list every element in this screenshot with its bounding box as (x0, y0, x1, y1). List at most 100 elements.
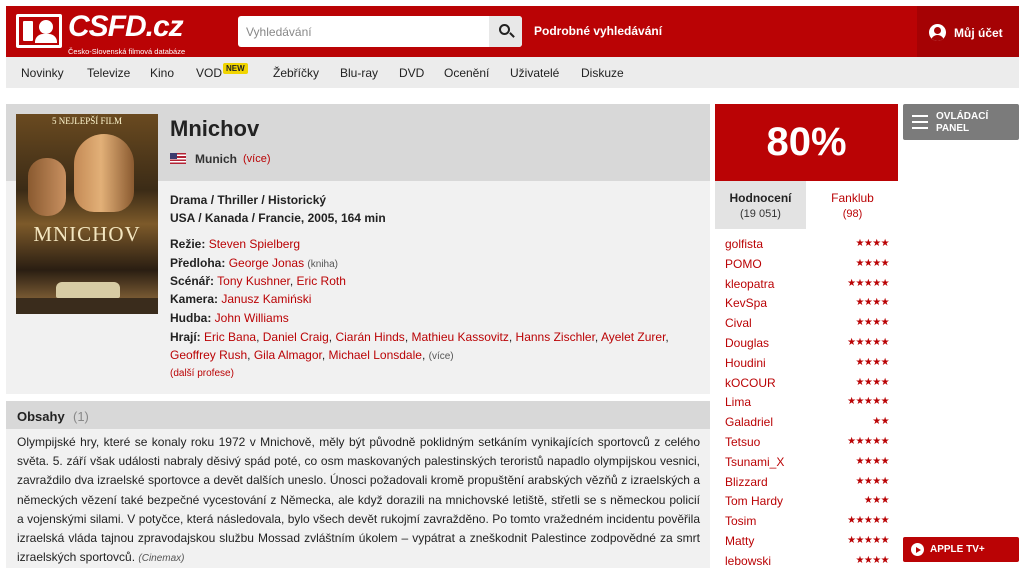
account-button[interactable]: Můj účet (917, 6, 1019, 57)
user-link[interactable]: kOCOUR (725, 376, 776, 390)
user-link[interactable]: POMO (725, 257, 762, 271)
logo-icon (16, 14, 62, 48)
cast-link[interactable]: Michael Lonsdale (329, 348, 422, 362)
camera-link[interactable]: Janusz Kamiński (221, 292, 311, 306)
crew-camera: Kamera: Janusz Kamiński (170, 290, 700, 308)
user-link[interactable]: kleopatra (725, 277, 774, 291)
rating-row: kOCOUR ★★★★ (725, 376, 890, 396)
music-link[interactable]: John Williams (215, 311, 289, 325)
user-link[interactable]: golfista (725, 237, 763, 251)
plot-box: Obsahy (1) Olympijské hry, které se kona… (6, 401, 710, 568)
writer-link[interactable]: Tony Kushner (217, 274, 290, 288)
nav-item-diskuze[interactable]: Diskuze (581, 66, 624, 80)
star-icon: ★★★★★ (847, 337, 889, 348)
crew-cast: Hrají: Eric Bana, Daniel Craig, Ciarán H… (170, 330, 669, 362)
rating-row: Galadriel ★★ (725, 415, 890, 435)
more-titles-link[interactable]: (více) (243, 153, 271, 165)
account-label: Můj účet (954, 26, 1003, 40)
star-icon: ★★★★★ (847, 277, 889, 289)
nav-item-novinky[interactable]: Novinky (21, 66, 64, 80)
appletv-label: APPLE TV+ (930, 544, 985, 555)
cast-link[interactable]: Daniel Craig (263, 330, 329, 344)
nav-item-uzivatele[interactable]: Uživatelé (510, 66, 559, 80)
star-icon: ★★★★ (855, 317, 890, 329)
user-link[interactable]: lebowski (725, 554, 771, 568)
more-cast-link[interactable]: (více) (429, 351, 454, 362)
user-link[interactable]: Tetsuo (725, 435, 760, 449)
poster-tagline: 5 NEJLEPŠÍ FILM (51, 116, 122, 126)
rating-score: 80% (715, 104, 898, 181)
plot-title: Obsahy (17, 409, 65, 424)
star-icon: ★★★★ (855, 475, 890, 487)
cast-link[interactable]: Geoffrey Rush (170, 348, 247, 362)
user-link[interactable]: Cival (725, 316, 752, 330)
control-panel-button[interactable]: OVLÁDACÍ PANEL (903, 104, 1019, 140)
rating-row: Houdini ★★★★ (725, 356, 890, 376)
other-professions-link[interactable]: (další profese) (170, 368, 234, 379)
source-link[interactable]: George Jonas (229, 256, 304, 270)
tab-fanclub[interactable]: Fanklub (98) (807, 181, 898, 229)
appletv-button[interactable]: APPLE TV+ (903, 537, 1019, 562)
user-link[interactable]: Tsunami_X (725, 455, 784, 469)
logo-subtitle: Česko-Slovenská filmová databáze (68, 47, 186, 56)
nav-item-oceneni[interactable]: Ocenění (444, 66, 489, 80)
camera-label: Kamera: (170, 292, 219, 306)
user-icon (929, 24, 946, 41)
play-icon (911, 543, 924, 556)
rating-row: Matty ★★★★★ (725, 534, 890, 554)
nav-item-televize[interactable]: Televize (87, 66, 130, 80)
search-input[interactable] (238, 16, 489, 47)
tab-fanclub-label: Fanklub (831, 191, 874, 205)
cast-link[interactable]: Mathieu Kassovitz (411, 330, 508, 344)
us-flag-icon (170, 153, 186, 164)
user-link[interactable]: Douglas (725, 336, 769, 350)
star-icon: ★★★★ (855, 257, 890, 269)
rating-tabs: Hodnocení (19 051) Fanklub (98) (715, 181, 898, 229)
star-icon: ★★★★ (855, 356, 890, 368)
movie-info-box: 5 NEJLEPŠÍ FILM MNICHOV Mnichov Munich (… (6, 104, 710, 394)
movie-poster[interactable]: 5 NEJLEPŠÍ FILM MNICHOV (16, 114, 158, 314)
director-link[interactable]: Steven Spielberg (209, 237, 300, 251)
cast-link[interactable]: Eric Bana (204, 330, 256, 344)
user-link[interactable]: Tom Hardy (725, 494, 783, 508)
nav-item-kino[interactable]: Kino (150, 66, 174, 80)
cast-link[interactable]: Gila Almagor (254, 348, 322, 362)
nav-item-vod[interactable]: VOD (196, 66, 222, 80)
poster-title: MNICHOV (33, 222, 141, 246)
user-link[interactable]: Houdini (725, 356, 766, 370)
new-badge: NEW (223, 63, 248, 74)
cast-link[interactable]: Ciarán Hinds (335, 330, 404, 344)
site-header: CSFD.cz Česko-Slovenská filmová databáze… (6, 6, 1019, 57)
tab-ratings-label: Hodnocení (729, 191, 792, 205)
movie-title: Mnichov (170, 116, 260, 141)
cast-link[interactable]: Hanns Zischler (516, 330, 595, 344)
nav-item-bluray[interactable]: Blu-ray (340, 66, 378, 80)
main-nav: Novinky Televize Kino VOD NEW Žebříčky B… (6, 57, 1019, 88)
advanced-search-link[interactable]: Podrobné vyhledávání (534, 24, 662, 38)
star-icon: ★★ (872, 416, 889, 428)
rating-row: Blizzard ★★★★ (725, 475, 890, 495)
nav-item-dvd[interactable]: DVD (399, 66, 424, 80)
user-link[interactable]: Blizzard (725, 475, 768, 489)
user-link[interactable]: Tosim (725, 514, 756, 528)
plot-source: (Cinemax) (138, 553, 185, 565)
control-panel-label: OVLÁDACÍ PANEL (936, 111, 989, 134)
star-icon: ★★★★★ (847, 535, 889, 546)
rating-row: Cival ★★★★ (725, 316, 890, 336)
user-link[interactable]: KevSpa (725, 296, 767, 310)
plot-text: Olympijské hry, které se konaly roku 197… (17, 433, 700, 568)
tab-ratings[interactable]: Hodnocení (19 051) (715, 181, 806, 229)
rating-row: Douglas ★★★★★ (725, 336, 890, 356)
user-link[interactable]: Matty (725, 534, 754, 548)
nav-item-zebricky[interactable]: Žebříčky (273, 66, 319, 80)
user-link[interactable]: Lima (725, 395, 751, 409)
site-logo[interactable]: CSFD.cz Česko-Slovenská filmová databáze (16, 10, 186, 56)
cast-label: Hrají: (170, 330, 201, 344)
user-link[interactable]: Galadriel (725, 415, 773, 429)
writer-link[interactable]: Eric Roth (297, 274, 346, 288)
cast-link[interactable]: Ayelet Zurer (601, 330, 665, 344)
rating-row: Tom Hardy ★★★ (725, 494, 890, 514)
tab-ratings-count: (19 051) (740, 208, 781, 220)
rating-row: KevSpa ★★★★ (725, 296, 890, 316)
search-button[interactable] (489, 16, 522, 47)
